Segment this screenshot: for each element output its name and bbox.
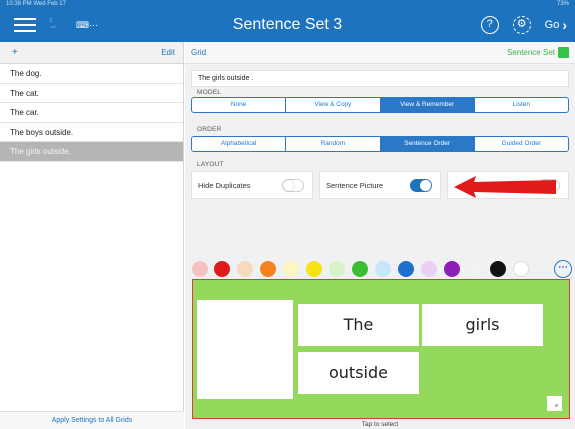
- color-swatch-red[interactable]: [214, 261, 230, 277]
- model-option-view-copy[interactable]: View & Copy: [286, 98, 381, 112]
- order-option-guided-order[interactable]: Guided Order: [475, 137, 568, 151]
- sidebar: + Edit The dog. The cat. The car. The bo…: [0, 42, 184, 429]
- sentence-picture-cell: Sentence Picture: [319, 171, 441, 199]
- keyboard-icon[interactable]: ⌨⋯: [76, 20, 98, 31]
- color-swatch-blue[interactable]: [398, 261, 414, 277]
- help-icon[interactable]: ?: [480, 16, 499, 34]
- sentence-picture-placeholder[interactable]: [197, 300, 293, 399]
- color-swatch-peach[interactable]: [237, 261, 253, 277]
- apply-settings-button[interactable]: Apply Settings to All Grids: [0, 411, 184, 429]
- edit-button[interactable]: Edit: [161, 48, 175, 57]
- color-swatch-purple[interactable]: [444, 261, 460, 277]
- color-swatch-light-green[interactable]: [329, 261, 345, 277]
- grid-tab[interactable]: Grid: [191, 48, 206, 57]
- color-swatch-yellow[interactable]: [306, 261, 322, 277]
- color-swatch-white[interactable]: [513, 261, 529, 277]
- hide-duplicates-label: Hide Duplicates: [198, 181, 251, 190]
- settings-header: Grid Sentence Set: [185, 42, 575, 64]
- sidebar-header: + Edit: [0, 42, 183, 64]
- color-swatch-light-yellow[interactable]: [283, 261, 299, 277]
- go-label: Go: [544, 19, 560, 31]
- sentence-picture-label: Sentence Picture: [326, 181, 384, 190]
- model-segmented-control: None View & Copy View & Remember Listen: [191, 97, 569, 113]
- sidebar-item[interactable]: The cat.: [0, 84, 183, 103]
- color-swatch-black[interactable]: [490, 261, 506, 277]
- color-swatch-light-gray[interactable]: [467, 261, 483, 277]
- tap-to-select-hint: Tap to select: [361, 421, 399, 428]
- settings-panel: Grid Sentence Set The girls outside . MO…: [185, 42, 575, 429]
- order-section-label: ORDER: [197, 126, 222, 133]
- word-card[interactable]: girls: [422, 304, 543, 346]
- status-bar: 10:38 PM Wed Feb 17 73%: [0, 0, 575, 8]
- color-swatch-orange[interactable]: [260, 261, 276, 277]
- model-option-view-remember[interactable]: View & Remember: [380, 98, 475, 112]
- settings-gear-icon[interactable]: ⚙: [512, 16, 531, 34]
- sentence-preview[interactable]: The girls outside: [192, 279, 570, 419]
- order-option-sentence-order[interactable]: Sentence Order: [380, 137, 475, 151]
- add-sentence-button[interactable]: +: [12, 47, 18, 58]
- red-arrow-annotation: [454, 176, 556, 198]
- color-palette: ⋯: [192, 258, 572, 280]
- nav-right-group: ? ⚙ Go ›: [480, 14, 567, 36]
- layout-section-label: LAYOUT: [197, 161, 224, 168]
- go-button[interactable]: Go ›: [545, 17, 567, 33]
- status-time: 10:38 PM Wed Feb 17: [6, 1, 66, 7]
- sentence-picture-toggle[interactable]: [410, 179, 432, 192]
- sentence-set-color-swatch[interactable]: [558, 47, 569, 58]
- chevron-right-icon: ›: [562, 17, 567, 33]
- model-option-listen[interactable]: Listen: [475, 98, 568, 112]
- color-swatch-light-purple[interactable]: [421, 261, 437, 277]
- sidebar-item-selected[interactable]: The girls outside.: [0, 142, 183, 162]
- more-colors-icon[interactable]: ⋯: [554, 260, 572, 278]
- color-swatch-light-blue[interactable]: [375, 261, 391, 277]
- nav-left-group: ⁝ ⋯ ⌨⋯: [14, 14, 98, 36]
- sentence-set-label[interactable]: Sentence Set: [507, 48, 555, 57]
- order-option-alphabetical[interactable]: Alphabetical: [192, 137, 287, 151]
- word-card[interactable]: outside: [298, 352, 419, 394]
- grid-options-icon[interactable]: ⁝ ⋯: [50, 18, 62, 32]
- navigation-bar: ⁝ ⋯ ⌨⋯ Sentence Set 3 ? ⚙ Go ›: [0, 8, 575, 42]
- order-segmented-control: Alphabetical Random Sentence Order Guide…: [191, 136, 569, 152]
- resize-handle-icon[interactable]: [547, 396, 562, 411]
- model-section-label: MODEL: [197, 89, 222, 96]
- sidebar-item[interactable]: The car.: [0, 103, 183, 123]
- model-option-none[interactable]: None: [192, 98, 287, 112]
- sidebar-item[interactable]: The boys outside.: [0, 123, 183, 142]
- sentence-field[interactable]: The girls outside .: [191, 70, 569, 87]
- battery-indicator: 73%: [556, 1, 569, 7]
- color-swatch-green[interactable]: [352, 261, 368, 277]
- word-card[interactable]: The: [298, 304, 419, 346]
- color-swatch-light-pink[interactable]: [192, 261, 208, 277]
- menu-icon[interactable]: [14, 18, 36, 32]
- order-option-random[interactable]: Random: [286, 137, 381, 151]
- hide-duplicates-cell: Hide Duplicates: [191, 171, 313, 199]
- sidebar-item[interactable]: The dog.: [0, 64, 183, 84]
- hide-duplicates-toggle[interactable]: [282, 179, 304, 192]
